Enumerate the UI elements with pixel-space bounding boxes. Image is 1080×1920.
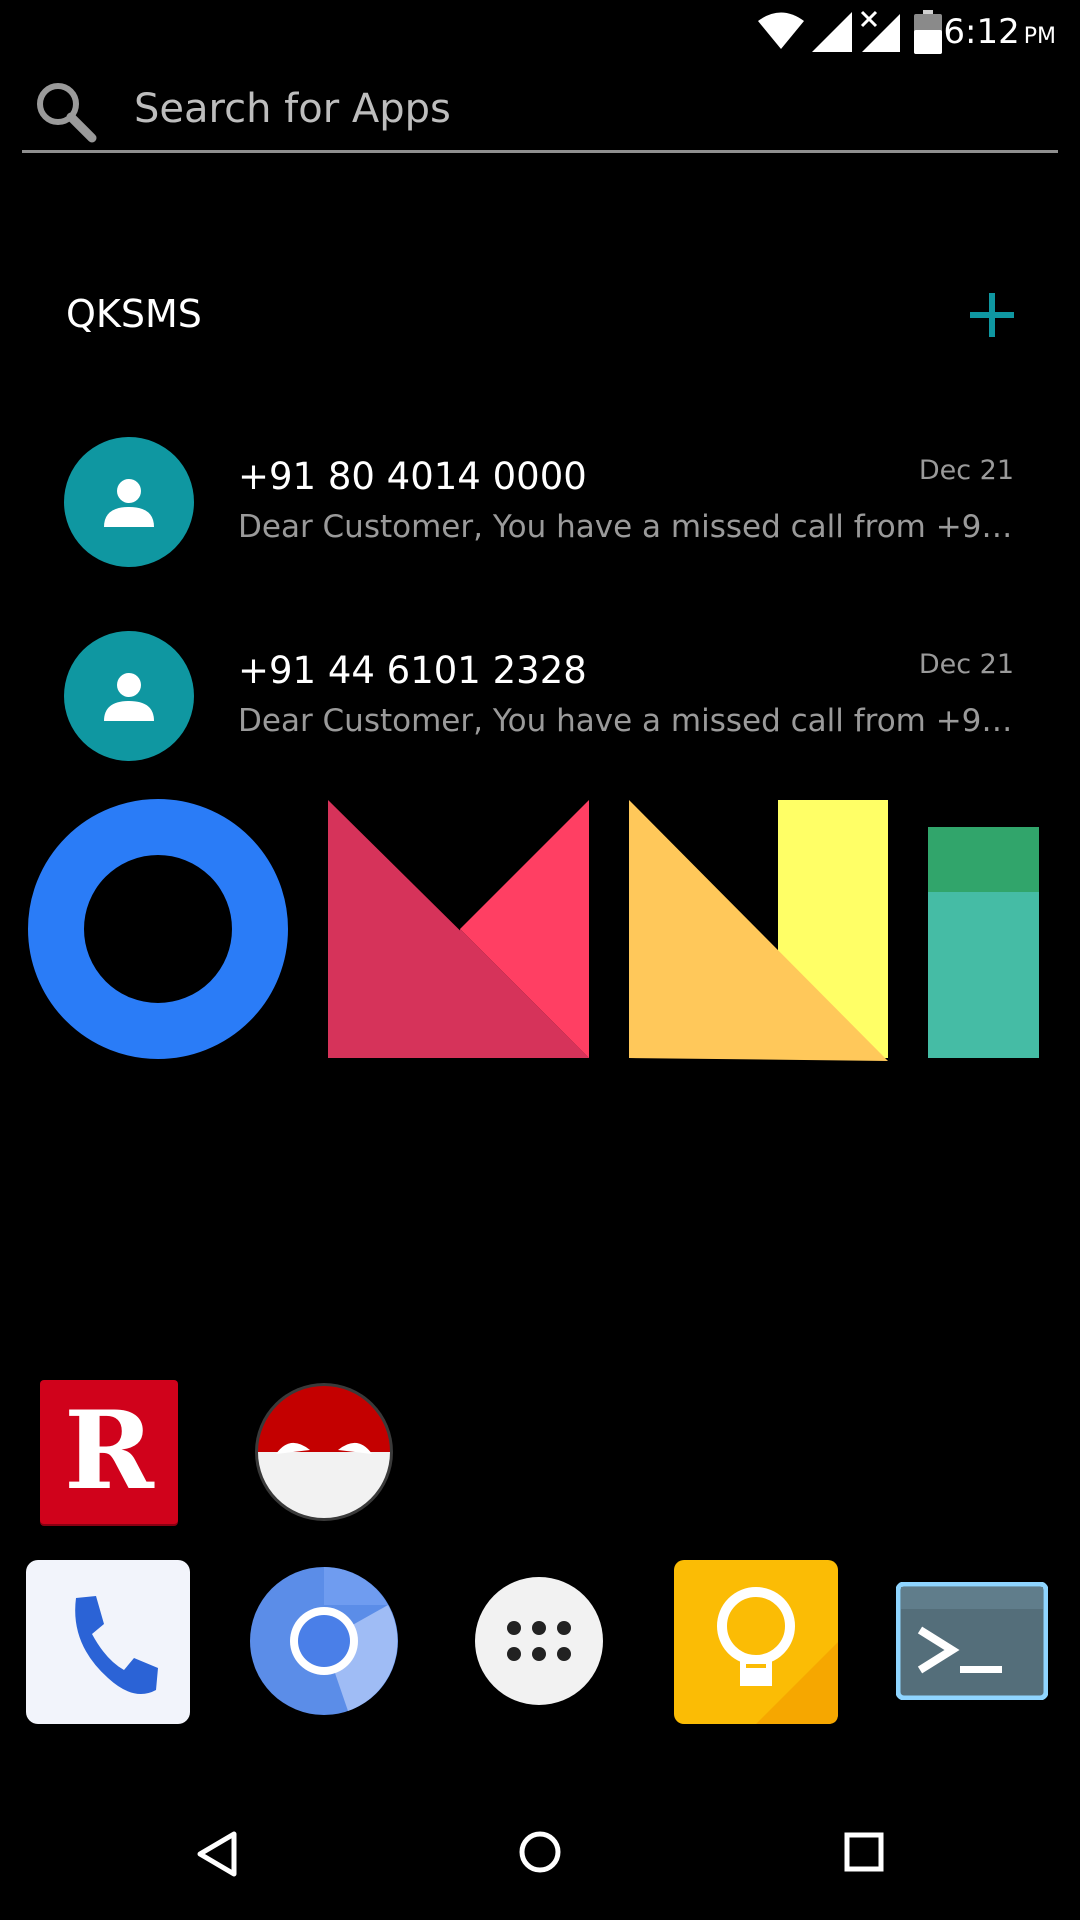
- message-date: Dec 21: [918, 455, 1014, 486]
- clock-time: 6:12: [943, 12, 1020, 52]
- cell-signal-icon: [812, 12, 852, 52]
- chromium-icon[interactable]: [248, 1565, 400, 1717]
- clock: 6:12 PM: [943, 12, 1056, 52]
- phone-icon[interactable]: [26, 1560, 190, 1724]
- person-icon: [104, 479, 154, 527]
- home-icon[interactable]: [518, 1830, 562, 1874]
- keep-bulb-icon[interactable]: [674, 1560, 838, 1724]
- person-icon: [104, 673, 154, 721]
- back-icon[interactable]: [196, 1830, 238, 1878]
- contact-avatar[interactable]: [64, 437, 194, 567]
- message-date: Dec 21: [918, 649, 1014, 680]
- nav-bar: [0, 1790, 1080, 1920]
- message-row[interactable]: +91 80 4014 0000 Dear Customer, You have…: [0, 437, 1080, 587]
- widget-title[interactable]: QKSMS: [66, 292, 202, 336]
- message-preview: Dear Customer, You have a missed call fr…: [238, 703, 1018, 739]
- voltorb-icon[interactable]: [252, 1380, 396, 1524]
- terminal-icon[interactable]: [896, 1582, 1048, 1700]
- message-row[interactable]: +91 44 6101 2328 Dear Customer, You have…: [0, 631, 1080, 781]
- message-sender: +91 44 6101 2328: [238, 649, 587, 692]
- search-icon[interactable]: [34, 80, 100, 146]
- plus-icon[interactable]: [962, 285, 1022, 345]
- search-bar[interactable]: [22, 74, 1058, 153]
- wifi-icon: [758, 12, 804, 49]
- message-sender: +91 80 4014 0000: [238, 455, 587, 498]
- status-bar: 6:12 PM: [0, 0, 1080, 66]
- app-drawer-icon[interactable]: [474, 1576, 604, 1706]
- r-app-letter: R: [64, 1388, 154, 1514]
- cell-signal-no-data-icon: [860, 10, 900, 52]
- r-app-icon[interactable]: R: [40, 1380, 178, 1524]
- omni-logo: [28, 799, 1039, 1061]
- contact-avatar[interactable]: [64, 631, 194, 761]
- clock-ampm: PM: [1023, 24, 1056, 49]
- message-preview: Dear Customer, You have a missed call fr…: [238, 509, 1018, 545]
- battery-icon: [914, 10, 942, 54]
- recents-icon[interactable]: [844, 1832, 884, 1872]
- search-input[interactable]: [134, 80, 1014, 138]
